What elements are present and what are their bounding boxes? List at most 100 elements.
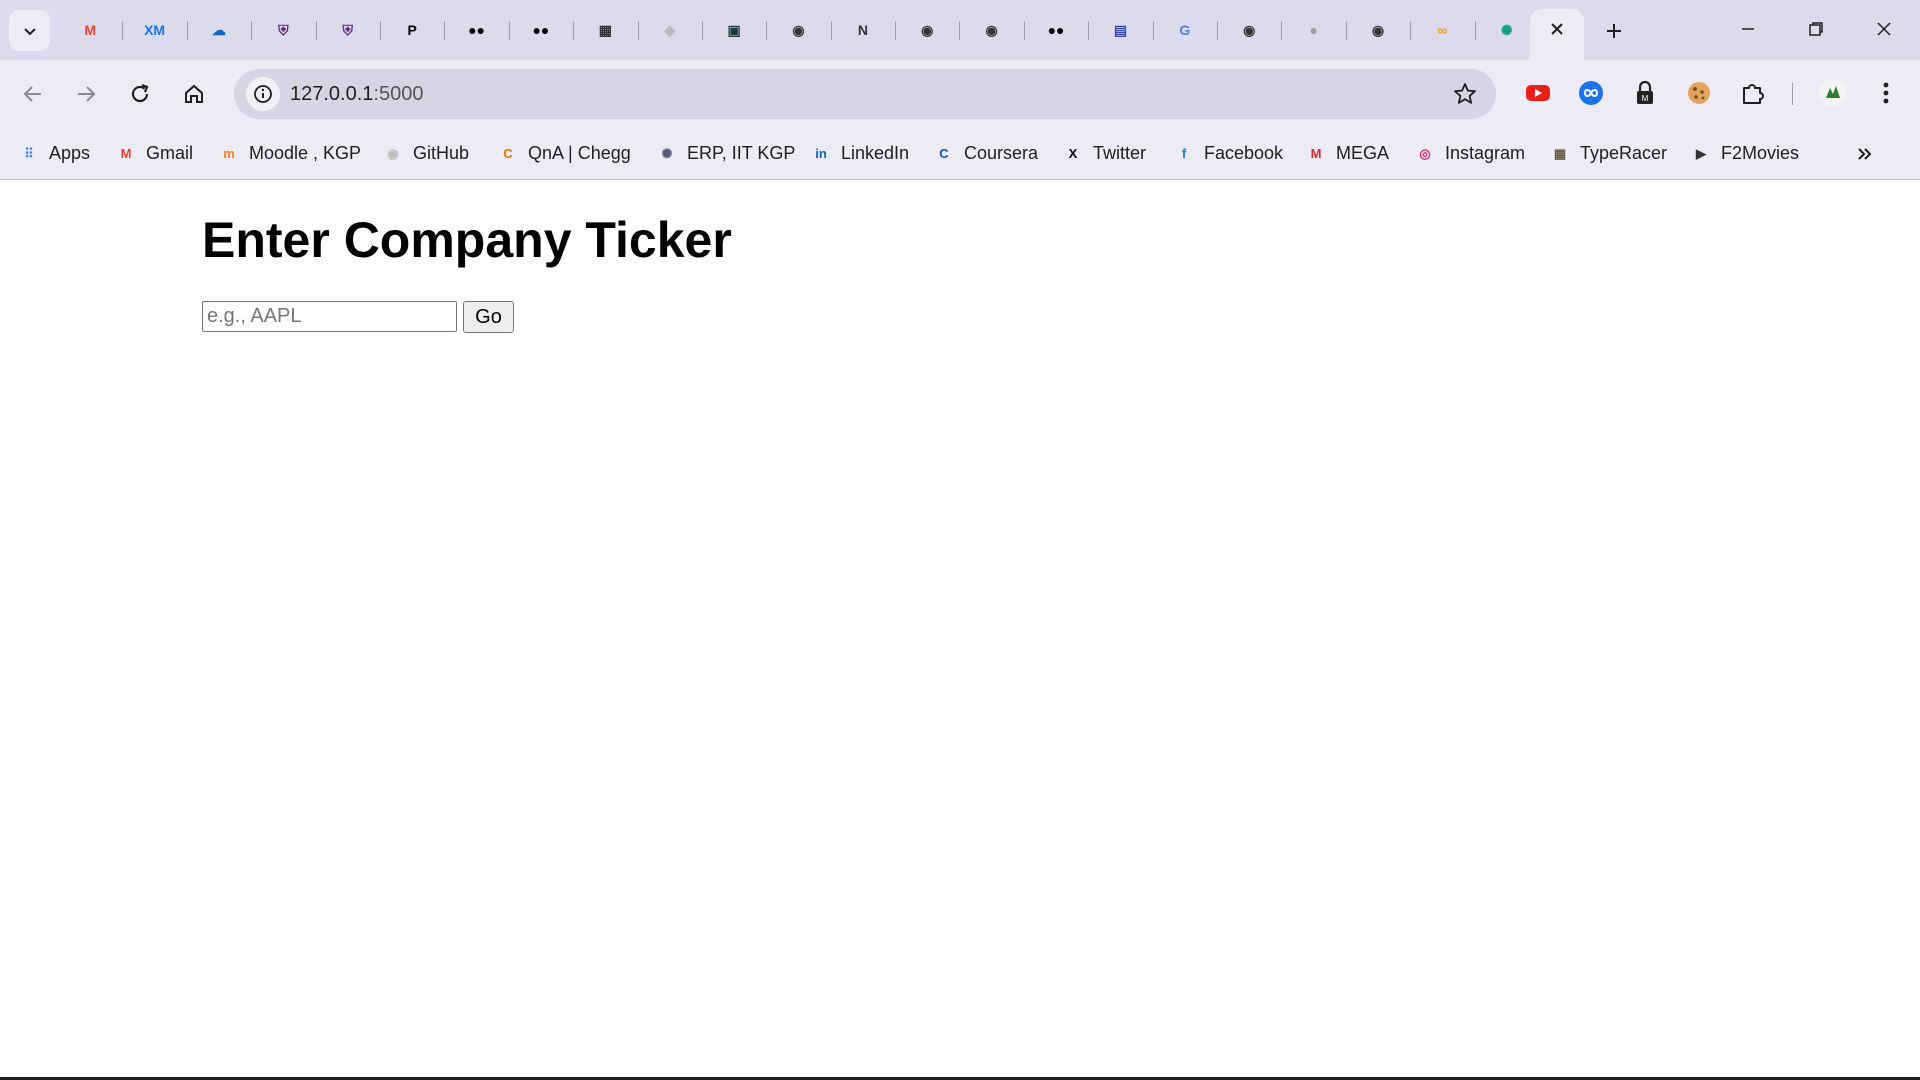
robot-icon: ▣ <box>727 22 741 38</box>
tab-1[interactable]: XM <box>122 9 186 51</box>
bookmark-label: Instagram <box>1445 142 1526 163</box>
svg-text:M: M <box>1642 94 1649 103</box>
bookmark-github[interactable]: ◉ GitHub <box>382 138 469 168</box>
tab-9[interactable]: ◆ <box>637 9 702 51</box>
new-tab-button[interactable] <box>1596 13 1632 49</box>
tab-11[interactable]: ◉ <box>766 9 830 51</box>
reload-button[interactable] <box>120 74 160 114</box>
tab-13[interactable]: ◉ <box>895 9 959 51</box>
home-button[interactable] <box>174 74 214 114</box>
close-window-button[interactable] <box>1860 8 1908 50</box>
apps-grid-icon: ⠿ <box>24 145 34 161</box>
bookmarks-bar: ⠿ Apps M Gmail m Moodle , KGP ◉ GitHub C QnA | Ch… <box>0 127 1920 180</box>
tab-active[interactable] <box>1530 9 1584 60</box>
extension-youtube[interactable] <box>1522 77 1554 109</box>
extension-lock[interactable]: M <box>1629 77 1661 109</box>
mega-icon: M <box>1310 145 1322 161</box>
bookmark-label: Apps <box>49 142 91 163</box>
minimize-icon <box>1742 28 1754 30</box>
shield-crest-icon: ⛨ <box>342 22 354 38</box>
github-icon: ◉ <box>985 22 998 38</box>
bookmark-instagram[interactable]: ◎ Instagram <box>1414 138 1525 168</box>
more-vertical-icon <box>1883 82 1889 104</box>
tab-20[interactable]: ◉ <box>1345 9 1410 51</box>
address-bar[interactable]: 127.0.0.1:5000 <box>234 69 1496 119</box>
extensions-button[interactable] <box>1737 77 1769 109</box>
bookmark-label: F2Movies <box>1721 142 1800 163</box>
extension-cookie[interactable] <box>1683 77 1715 109</box>
bookmark-label: Facebook <box>1204 142 1284 163</box>
extension-infinity[interactable] <box>1575 77 1607 109</box>
bookmark-erp-iit-kgp[interactable]: ✺ ERP, IIT KGP <box>656 138 796 168</box>
reload-icon <box>131 83 149 103</box>
tab-14[interactable]: ◉ <box>959 9 1023 51</box>
tab-search-button[interactable] <box>9 10 50 51</box>
info-icon <box>254 85 272 103</box>
bookmark-label: MEGA <box>1336 142 1390 163</box>
ticker-input[interactable] <box>202 301 457 332</box>
bookmark-f2movies[interactable]: ▶ F2Movies <box>1690 138 1799 168</box>
bookmark-twitter[interactable]: X Twitter <box>1062 138 1146 168</box>
tab-15[interactable]: ●● <box>1023 9 1088 51</box>
go-button[interactable]: Go <box>463 301 514 333</box>
f2movies-icon: ▶ <box>1696 145 1706 161</box>
minimize-button[interactable] <box>1724 8 1772 50</box>
bookmark-label: QnA | Chegg <box>528 142 631 163</box>
tab-4[interactable]: ⛨ <box>315 9 380 51</box>
google-icon: G <box>1179 22 1191 38</box>
home-icon <box>185 84 203 103</box>
bookmark-linkedin[interactable]: in LinkedIn <box>810 138 909 168</box>
tab-3[interactable]: ⛨ <box>251 9 315 51</box>
xm-icon: XM <box>144 22 166 38</box>
x-twitter-icon: X <box>1068 145 1078 161</box>
tab-7[interactable]: ●● <box>508 9 573 51</box>
back-button[interactable] <box>13 74 53 114</box>
forward-button[interactable] <box>66 74 106 114</box>
tab-8[interactable]: ▦ <box>573 9 637 51</box>
browser-toolbar: 127.0.0.1:5000 M <box>0 60 1920 127</box>
tab-19[interactable]: ● <box>1281 9 1345 51</box>
tab-6[interactable]: ●● <box>444 9 508 51</box>
browser-menu-button[interactable] <box>1870 77 1902 109</box>
puzzle-icon <box>1743 84 1764 104</box>
bookmark-label: LinkedIn <box>841 142 910 163</box>
onedrive-icon: ☁ <box>211 22 226 38</box>
chevron-down-icon <box>23 27 36 35</box>
site-info-button[interactable] <box>246 77 280 111</box>
bookmark-facebook[interactable]: f Facebook <box>1173 138 1283 168</box>
coursera-icon: C <box>939 145 949 161</box>
close-icon[interactable] <box>1549 21 1565 37</box>
tab-17[interactable]: G <box>1152 9 1217 51</box>
page-title: Enter Company Ticker <box>202 212 732 268</box>
bookmark-label: TypeRacer <box>1580 142 1668 163</box>
url-text[interactable]: 127.0.0.1:5000 <box>290 83 423 106</box>
tab-5[interactable]: P <box>379 9 444 51</box>
tab-10[interactable]: ▣ <box>701 9 766 51</box>
close-icon <box>1877 22 1891 36</box>
tab-12[interactable]: N <box>830 9 895 51</box>
infinity-icon: ∞ <box>1437 22 1448 38</box>
tab-2[interactable]: ☁ <box>186 9 251 51</box>
bookmark-qna-chegg[interactable]: C QnA | Chegg <box>497 138 631 168</box>
bookmark-apps[interactable]: ⠿ Apps <box>18 138 90 168</box>
tab-18[interactable]: ◉ <box>1217 9 1281 51</box>
page-content: Enter Company Ticker Go <box>0 181 1920 1077</box>
medium-icon: ●● <box>1047 22 1065 38</box>
bookmarks-overflow-button[interactable] <box>1850 139 1880 169</box>
tab-0[interactable]: M <box>58 9 122 51</box>
bookmark-mega[interactable]: M MEGA <box>1305 138 1389 168</box>
restore-button[interactable] <box>1792 8 1840 50</box>
bookmark-coursera[interactable]: C Coursera <box>933 138 1038 168</box>
facebook-icon: f <box>1181 145 1187 161</box>
cube-icon: ◆ <box>664 22 676 38</box>
bookmark-moodle-kgp[interactable]: m Moodle , KGP <box>218 138 361 168</box>
chatgpt-icon: ✺ <box>1500 22 1513 38</box>
infinity-icon <box>1579 81 1603 105</box>
bookmark-star-button[interactable] <box>1452 81 1478 112</box>
tab-16[interactable]: ▤ <box>1088 9 1152 51</box>
bookmark-gmail[interactable]: M Gmail <box>115 138 193 168</box>
profile-button[interactable] <box>1817 77 1849 109</box>
bookmark-typeracer[interactable]: ▦ TypeRacer <box>1549 138 1667 168</box>
tab-21[interactable]: ∞ <box>1410 9 1474 51</box>
github-icon: ◉ <box>792 22 805 38</box>
